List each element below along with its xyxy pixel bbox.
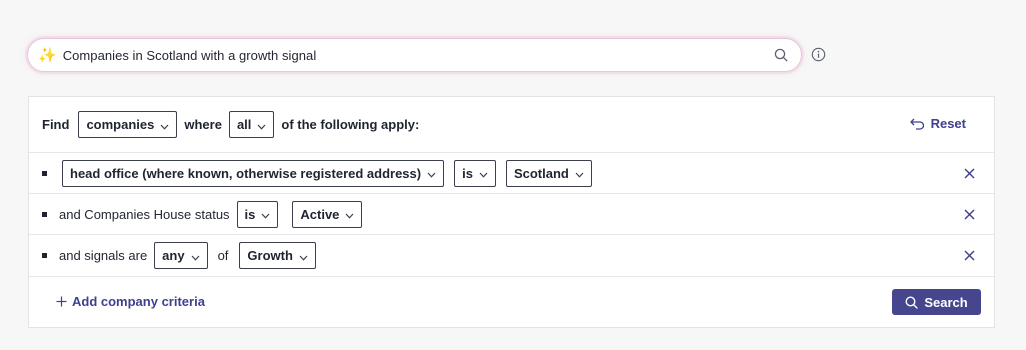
builder-footer: Add company criteria Search bbox=[29, 276, 994, 329]
operator-select[interactable]: any bbox=[154, 242, 208, 269]
close-icon bbox=[964, 209, 974, 219]
value-select[interactable]: Active bbox=[292, 200, 363, 228]
chevron-down-icon bbox=[427, 172, 436, 178]
criteria-row: and signals are any of Growth bbox=[29, 234, 994, 276]
close-icon bbox=[964, 168, 974, 178]
search-icon[interactable] bbox=[771, 45, 791, 65]
add-criteria-label: Add company criteria bbox=[72, 294, 205, 309]
search-button[interactable]: Search bbox=[892, 289, 981, 315]
ai-search-bar[interactable]: ✨ Companies in Scotland with a growth si… bbox=[27, 38, 802, 72]
remove-criteria-button[interactable] bbox=[961, 165, 977, 181]
remove-criteria-button[interactable] bbox=[961, 248, 977, 264]
chevron-down-icon bbox=[345, 213, 354, 219]
entity-select[interactable]: companies bbox=[78, 111, 178, 138]
search-label: Search bbox=[924, 294, 968, 310]
chevron-down-icon bbox=[160, 124, 169, 130]
value-select-value: Scotland bbox=[513, 165, 569, 181]
criteria-prefix: and signals are bbox=[59, 248, 148, 263]
criteria-prefix: and Companies House status bbox=[59, 206, 230, 222]
field-select-value: head office (where known, otherwise regi… bbox=[70, 165, 422, 181]
sparkles-icon: ✨ bbox=[38, 46, 57, 64]
close-icon bbox=[964, 250, 974, 261]
query-builder-panel: Find companies where all of the followin… bbox=[28, 96, 995, 328]
operator-select-value: is bbox=[462, 165, 473, 181]
chevron-down-icon bbox=[479, 172, 488, 178]
criteria-row: and Companies House status is Active bbox=[29, 193, 994, 234]
value-select-value: Active bbox=[300, 206, 340, 222]
value-select[interactable]: Scotland bbox=[505, 159, 592, 187]
plus-icon bbox=[56, 296, 67, 307]
of-label: of bbox=[217, 248, 229, 263]
entity-select-value: companies bbox=[86, 117, 155, 132]
ai-search-query[interactable]: Companies in Scotland with a growth sign… bbox=[63, 48, 771, 63]
bullet bbox=[42, 211, 47, 217]
chevron-down-icon bbox=[191, 255, 200, 261]
bullet bbox=[42, 253, 47, 258]
match-select[interactable]: all bbox=[228, 111, 275, 138]
operator-select-value: any bbox=[162, 248, 185, 263]
chevron-down-icon bbox=[299, 255, 308, 261]
info-icon[interactable] bbox=[811, 47, 826, 62]
bullet bbox=[42, 170, 47, 176]
value-select[interactable]: Growth bbox=[239, 242, 316, 269]
chevron-down-icon bbox=[575, 172, 584, 178]
criteria-row: head office (where known, otherwise regi… bbox=[29, 152, 994, 193]
apply-label: of the following apply: bbox=[281, 117, 420, 132]
undo-icon bbox=[909, 118, 924, 130]
chevron-down-icon bbox=[261, 213, 270, 219]
operator-select[interactable]: is bbox=[236, 200, 279, 228]
reset-label: Reset bbox=[930, 116, 966, 131]
add-criteria-button[interactable]: Add company criteria bbox=[56, 294, 205, 309]
find-row: Find companies where all of the followin… bbox=[29, 97, 994, 152]
where-label: where bbox=[184, 117, 222, 132]
remove-criteria-button[interactable] bbox=[961, 206, 977, 222]
match-select-value: all bbox=[236, 117, 252, 132]
value-select-value: Growth bbox=[247, 248, 293, 263]
reset-button[interactable]: Reset bbox=[909, 116, 966, 131]
field-select[interactable]: head office (where known, otherwise regi… bbox=[62, 159, 445, 187]
find-label: Find bbox=[42, 117, 70, 132]
operator-select-value: is bbox=[244, 206, 256, 222]
chevron-down-icon bbox=[257, 124, 266, 130]
search-icon bbox=[905, 295, 919, 309]
operator-select[interactable]: is bbox=[454, 159, 496, 187]
